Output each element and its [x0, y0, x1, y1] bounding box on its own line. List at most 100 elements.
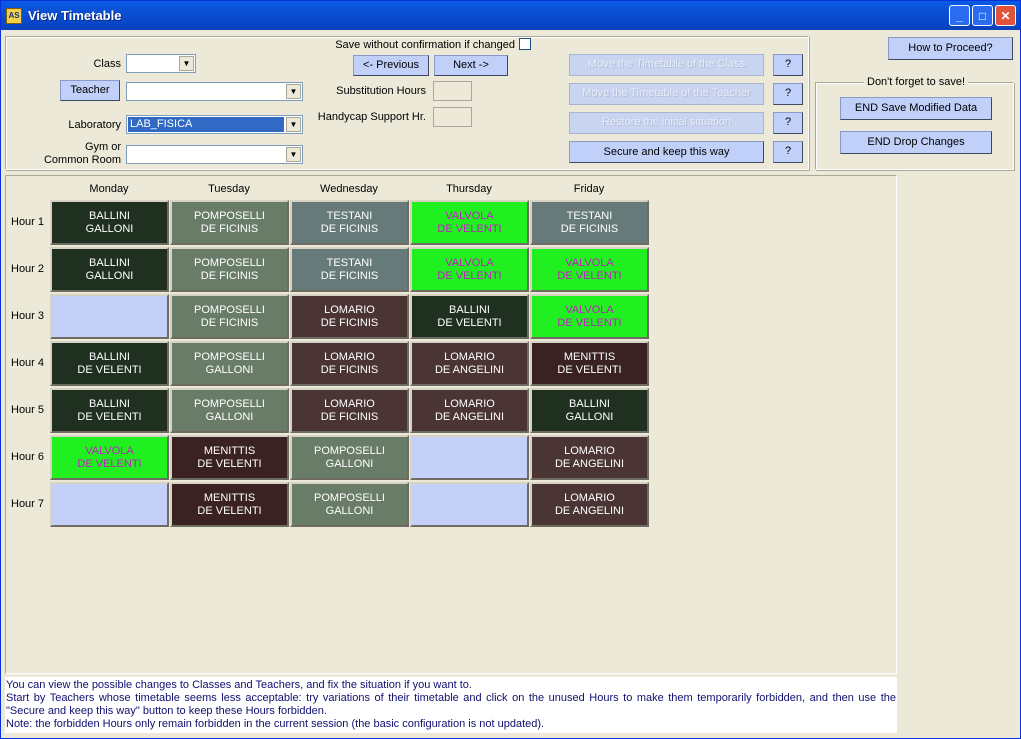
- restore-help-button[interactable]: ?: [773, 112, 803, 134]
- teacher-select[interactable]: ▼: [126, 82, 303, 101]
- teacher-button[interactable]: Teacher: [60, 80, 120, 101]
- cell-teacher-2: DE ANGELINI: [434, 363, 505, 376]
- cell-teacher-1: VALVOLA: [445, 256, 494, 269]
- substitution-hours-label: Substitution Hours: [336, 85, 426, 97]
- instructions-text: You can view the possible changes to Cla…: [5, 677, 897, 733]
- cell-teacher-1: BALLINI: [89, 350, 130, 363]
- timetable-cell[interactable]: [50, 482, 169, 527]
- timetable-cell[interactable]: MENITTIS DE VELENTI: [170, 435, 289, 480]
- maximize-icon[interactable]: □: [972, 5, 993, 26]
- cell-teacher-1: BALLINI: [89, 209, 130, 222]
- chevron-down-icon[interactable]: ▼: [179, 56, 194, 71]
- timetable-cell[interactable]: MENITTIS DE VELENTI: [170, 482, 289, 527]
- move-class-button[interactable]: Move the Timetable of the Class: [569, 54, 764, 76]
- cell-teacher-2: DE ANGELINI: [554, 457, 625, 470]
- close-icon[interactable]: ✕: [995, 5, 1016, 26]
- cell-teacher-1: VALVOLA: [445, 209, 494, 222]
- timetable-cell[interactable]: VALVOLA DE VELENTI: [530, 247, 649, 292]
- hour-label: Hour 7: [11, 498, 45, 510]
- instructions-line-1: You can view the possible changes to Cla…: [6, 679, 472, 691]
- class-select[interactable]: ▼: [126, 54, 196, 73]
- cell-teacher-1: POMPOSELLI: [194, 256, 265, 269]
- gym-select[interactable]: ▼: [126, 145, 303, 164]
- timetable-cell[interactable]: LOMARIO DE FICINIS: [290, 294, 409, 339]
- cell-teacher-1: VALVOLA: [565, 303, 614, 316]
- laboratory-select[interactable]: LAB_FISICA ▼: [126, 115, 303, 134]
- cell-teacher-1: BALLINI: [89, 256, 130, 269]
- timetable-cell[interactable]: TESTANI DE FICINIS: [530, 200, 649, 245]
- cell-teacher-2: DE VELENTI: [197, 457, 262, 470]
- timetable-cell[interactable]: VALVOLA DE VELENTI: [410, 200, 529, 245]
- class-label: Class: [93, 58, 121, 70]
- minimize-icon[interactable]: _: [949, 5, 970, 26]
- timetable-cell[interactable]: BALLINI DE VELENTI: [410, 294, 529, 339]
- timetable-cell[interactable]: POMPOSELLI DE FICINIS: [170, 247, 289, 292]
- substitution-hours-field: [433, 81, 472, 101]
- timetable-cell[interactable]: VALVOLA DE VELENTI: [50, 435, 169, 480]
- next-button[interactable]: Next ->: [434, 55, 508, 76]
- secure-button[interactable]: Secure and keep this way: [569, 141, 764, 163]
- cell-teacher-1: LOMARIO: [564, 444, 615, 457]
- timetable-cell[interactable]: BALLINI GALLONI: [50, 200, 169, 245]
- timetable-cell[interactable]: LOMARIO DE ANGELINI: [410, 341, 529, 386]
- cell-teacher-1: POMPOSELLI: [194, 397, 265, 410]
- timetable-cell[interactable]: TESTANI DE FICINIS: [290, 200, 409, 245]
- move-class-help-button[interactable]: ?: [773, 54, 803, 76]
- timetable-cell[interactable]: BALLINI DE VELENTI: [50, 341, 169, 386]
- chevron-down-icon[interactable]: ▼: [286, 84, 301, 99]
- cell-teacher-1: MENITTIS: [203, 444, 256, 457]
- cell-teacher-2: GALLONI: [325, 504, 374, 517]
- timetable-cell[interactable]: LOMARIO DE FICINIS: [290, 341, 409, 386]
- timetable-cell[interactable]: [410, 435, 529, 480]
- save-without-confirm-checkbox[interactable]: [519, 38, 531, 50]
- timetable-cell[interactable]: [50, 294, 169, 339]
- timetable-cell[interactable]: POMPOSELLI DE FICINIS: [170, 200, 289, 245]
- timetable-cell[interactable]: BALLINI GALLONI: [50, 247, 169, 292]
- restore-button[interactable]: Restore the initial situation: [569, 112, 764, 134]
- timetable-cell[interactable]: LOMARIO DE FICINIS: [290, 388, 409, 433]
- timetable-cell[interactable]: POMPOSELLI DE FICINIS: [170, 294, 289, 339]
- timetable-cell[interactable]: MENITTIS DE VELENTI: [530, 341, 649, 386]
- cell-teacher-1: VALVOLA: [85, 444, 134, 457]
- cell-teacher-2: GALLONI: [85, 269, 134, 282]
- timetable-cell[interactable]: POMPOSELLI GALLONI: [170, 388, 289, 433]
- title-bar[interactable]: AS View Timetable _ □ ✕: [1, 1, 1020, 30]
- how-to-proceed-button[interactable]: How to Proceed?: [888, 37, 1013, 60]
- timetable-cell[interactable]: VALVOLA DE VELENTI: [410, 247, 529, 292]
- timetable-cell[interactable]: VALVOLA DE VELENTI: [530, 294, 649, 339]
- window: AS View Timetable _ □ ✕ Class ▼ Teacher …: [0, 0, 1021, 739]
- move-teacher-help-button[interactable]: ?: [773, 83, 803, 105]
- end-drop-button[interactable]: END Drop Changes: [840, 131, 992, 154]
- secure-help-button[interactable]: ?: [773, 141, 803, 163]
- timetable-cell[interactable]: [410, 482, 529, 527]
- timetable-cell[interactable]: BALLINI GALLONI: [530, 388, 649, 433]
- chevron-down-icon[interactable]: ▼: [286, 117, 301, 132]
- timetable-cell[interactable]: BALLINI DE VELENTI: [50, 388, 169, 433]
- cell-teacher-2: GALLONI: [205, 410, 254, 423]
- cell-teacher-2: DE VELENTI: [437, 316, 502, 329]
- timetable-cell[interactable]: POMPOSELLI GALLONI: [290, 482, 409, 527]
- timetable-cell[interactable]: TESTANI DE FICINIS: [290, 247, 409, 292]
- cell-teacher-2: GALLONI: [565, 410, 614, 423]
- cell-teacher-2: DE VELENTI: [77, 363, 142, 376]
- timetable-cell[interactable]: POMPOSELLI GALLONI: [290, 435, 409, 480]
- move-teacher-button[interactable]: Move the Timetable of the Teacher: [569, 83, 764, 105]
- cell-teacher-2: DE VELENTI: [197, 504, 262, 517]
- day-header: Friday: [573, 183, 605, 195]
- handycap-support-field: [433, 107, 472, 127]
- handycap-support-label: Handycap Support Hr.: [317, 111, 426, 123]
- hour-label: Hour 4: [11, 357, 45, 369]
- cell-teacher-1: LOMARIO: [444, 397, 495, 410]
- cell-teacher-2: GALLONI: [85, 222, 134, 235]
- cell-teacher-1: MENITTIS: [563, 350, 616, 363]
- end-save-button[interactable]: END Save Modified Data: [840, 97, 992, 120]
- cell-teacher-1: LOMARIO: [444, 350, 495, 363]
- cell-teacher-1: VALVOLA: [565, 256, 614, 269]
- timetable-cell[interactable]: LOMARIO DE ANGELINI: [530, 435, 649, 480]
- timetable-cell[interactable]: LOMARIO DE ANGELINI: [530, 482, 649, 527]
- timetable-cell[interactable]: LOMARIO DE ANGELINI: [410, 388, 529, 433]
- timetable-cell[interactable]: POMPOSELLI GALLONI: [170, 341, 289, 386]
- previous-button[interactable]: <- Previous: [353, 55, 429, 76]
- cell-teacher-2: DE FICINIS: [200, 316, 259, 329]
- chevron-down-icon[interactable]: ▼: [286, 147, 301, 162]
